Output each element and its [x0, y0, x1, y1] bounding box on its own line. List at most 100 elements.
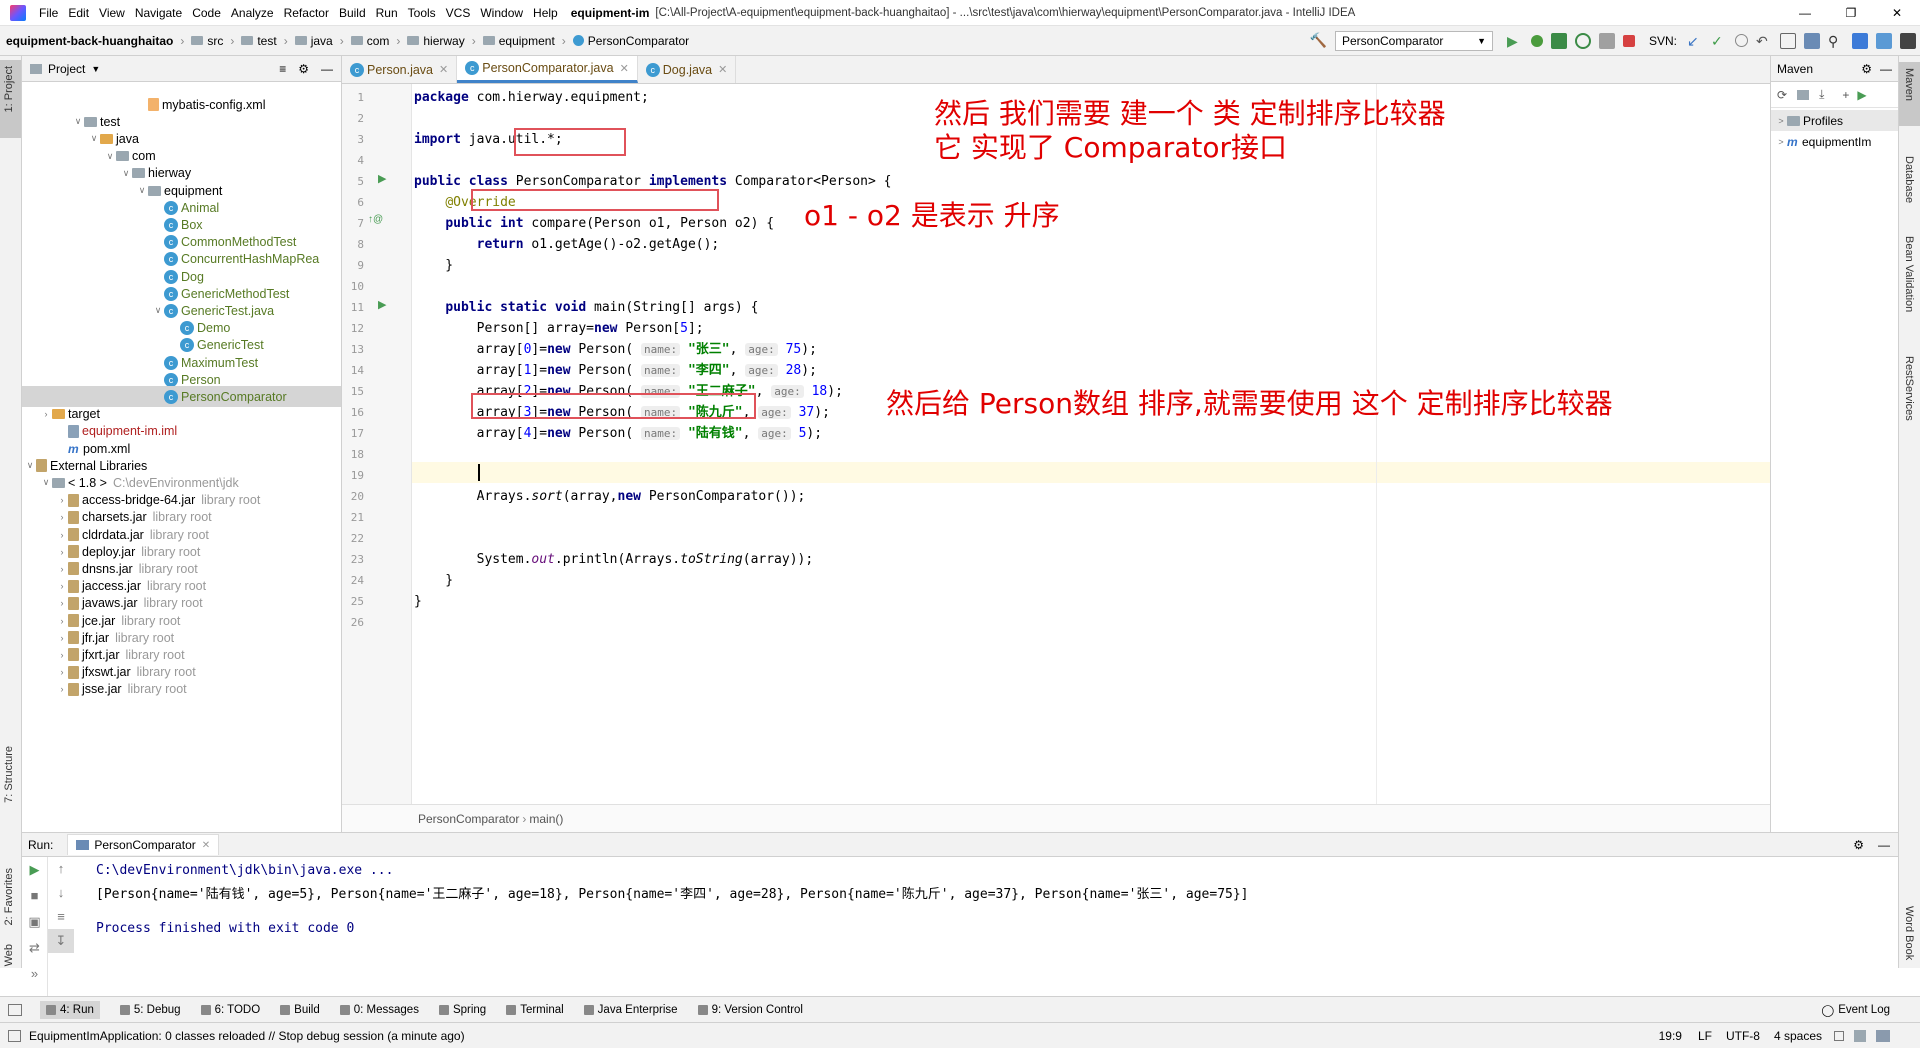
chevron-down-icon[interactable]: ∨ — [136, 185, 148, 196]
bean-validation-tool-label[interactable]: Bean Validation — [1903, 236, 1915, 312]
favorites-tool-label[interactable]: 2: Favorites — [3, 868, 15, 925]
maximize-button[interactable]: ❐ — [1828, 6, 1874, 20]
close-tab-icon[interactable]: ✕ — [620, 62, 629, 75]
breadcrumb-item[interactable]: PersonComparator — [569, 34, 689, 48]
toolbox-icon[interactable] — [1900, 32, 1916, 49]
project-panel-title[interactable]: Project — [48, 62, 85, 76]
more-icon[interactable]: » — [22, 961, 47, 987]
tool-window-button[interactable]: 5: Debug — [119, 1001, 181, 1019]
chevron-right-icon[interactable]: › — [56, 581, 68, 591]
download-icon[interactable]: ⤓ — [1819, 87, 1824, 102]
override-gutter-icon[interactable]: ↑@ — [368, 214, 383, 225]
lock-icon[interactable] — [1834, 1030, 1844, 1041]
tree-item[interactable]: mybatis-config.xml — [136, 94, 266, 115]
run-tab[interactable]: PersonComparator ✕ — [67, 834, 220, 855]
menu-tools[interactable]: Tools — [408, 6, 436, 20]
chevron-right-icon[interactable]: › — [56, 598, 68, 608]
tool-window-button[interactable]: 0: Messages — [339, 1001, 419, 1019]
code-editor[interactable]: package com.hierway.equipment; import jav… — [412, 84, 1770, 804]
collapse-all-icon[interactable]: ≡ — [279, 62, 286, 76]
file-encoding[interactable]: UTF-8 — [1726, 1029, 1760, 1043]
svn-update-icon[interactable]: ↙ — [1687, 33, 1703, 49]
run-goal-icon[interactable]: ▶ — [1857, 88, 1866, 102]
menu-window[interactable]: Window — [480, 6, 523, 20]
breadcrumb-item[interactable]: equipment-back-huanghaitao — [6, 34, 173, 48]
maven-item-project[interactable]: > m equipmentIm — [1771, 131, 1898, 152]
minimize-button[interactable]: — — [1782, 6, 1828, 20]
tool-window-button[interactable]: 9: Version Control — [697, 1001, 803, 1019]
chevron-right-icon[interactable]: › — [56, 495, 68, 505]
tool-window-button[interactable]: Terminal — [506, 1001, 564, 1019]
tool-panel-toggle-icon[interactable] — [8, 1003, 22, 1016]
menu-edit[interactable]: Edit — [68, 6, 89, 20]
translate-icon[interactable] — [1852, 32, 1868, 49]
stop-run-icon[interactable]: ■ — [22, 883, 47, 909]
chevron-down-icon[interactable]: ▼ — [91, 64, 100, 74]
debug-icon[interactable] — [1530, 34, 1543, 47]
search-icon[interactable]: ⚲ — [1828, 33, 1844, 49]
tool-window-button[interactable]: 6: TODO — [200, 1001, 260, 1019]
hide-panel-icon[interactable]: — — [321, 62, 333, 76]
breadcrumb-item[interactable]: src — [187, 34, 223, 48]
caret-position[interactable]: 19:9 — [1659, 1029, 1682, 1043]
chevron-right-icon[interactable]: › — [56, 667, 68, 677]
add-icon[interactable]: + — [1842, 88, 1849, 102]
chevron-down-icon[interactable]: ∨ — [72, 116, 84, 127]
editor-tab[interactable]: c PersonComparator.java ✕ — [457, 56, 638, 83]
close-tab-icon[interactable]: ✕ — [202, 840, 210, 851]
menu-refactor[interactable]: Refactor — [284, 6, 329, 20]
tool-window-button[interactable]: 4: Run — [40, 1000, 100, 1019]
hide-panel-icon[interactable]: — — [1878, 838, 1890, 852]
build-hammer-icon[interactable]: 🔨 — [1310, 32, 1327, 49]
chevron-down-icon[interactable]: ∨ — [40, 477, 52, 488]
run-class-gutter-icon[interactable]: ▶ — [378, 172, 386, 185]
line-separator[interactable]: LF — [1698, 1029, 1712, 1043]
git-icon[interactable] — [1854, 1029, 1866, 1042]
web-tool-label[interactable]: Web — [3, 944, 15, 966]
breadcrumb-item[interactable]: equipment — [479, 34, 555, 48]
close-tab-icon[interactable]: ✕ — [718, 63, 727, 76]
run-config-select[interactable]: PersonComparator ▼ — [1334, 30, 1493, 51]
menu-analyze[interactable]: Analyze — [231, 6, 274, 20]
breadcrumb-item[interactable]: com — [347, 34, 389, 48]
svn-commit-icon[interactable]: ✓ — [1711, 33, 1727, 49]
settings-gear-icon[interactable]: ⚙ — [298, 62, 309, 76]
rerun-icon[interactable]: ▶ — [22, 857, 47, 883]
hide-panel-icon[interactable]: — — [1880, 62, 1892, 76]
structure-tool-label[interactable]: 7: Structure — [3, 746, 15, 803]
memory-indicator-icon[interactable] — [1876, 1029, 1890, 1042]
editor-tab[interactable]: c Dog.java ✕ — [638, 56, 737, 83]
camera-icon[interactable]: ▣ — [22, 909, 47, 935]
attach-icon[interactable] — [1598, 32, 1615, 49]
breadcrumb-item[interactable]: hierway — [403, 34, 465, 48]
chevron-right-icon[interactable]: › — [40, 409, 52, 419]
coverage-icon[interactable] — [1550, 32, 1567, 49]
tool-window-button[interactable]: Build — [280, 1001, 320, 1019]
menu-view[interactable]: View — [99, 6, 125, 20]
breadcrumb-class[interactable]: PersonComparator — [418, 812, 519, 826]
indent-setting[interactable]: 4 spaces — [1774, 1029, 1822, 1043]
chevron-right-icon[interactable]: › — [56, 512, 68, 522]
add-folder-icon[interactable] — [1797, 89, 1810, 100]
profile-icon[interactable] — [1574, 32, 1591, 49]
status-icon[interactable] — [8, 1029, 21, 1042]
chevron-down-icon[interactable]: ∨ — [88, 133, 100, 144]
menu-code[interactable]: Code — [192, 6, 221, 20]
tool-window-button[interactable]: Spring — [438, 1001, 486, 1019]
chevron-right-icon[interactable]: › — [56, 616, 68, 626]
settings-gear-icon[interactable]: ⚙ — [1853, 838, 1864, 852]
up-arrow-icon[interactable]: ↑ — [48, 857, 74, 881]
maven-tool-label[interactable]: Maven — [1903, 68, 1915, 101]
soft-wrap-icon[interactable]: ≡ — [48, 905, 74, 929]
chevron-right-icon[interactable]: › — [56, 564, 68, 574]
settings-gear-icon[interactable]: ⚙ — [1861, 62, 1872, 76]
run-icon[interactable]: ▶ — [1507, 33, 1523, 49]
project-structure-icon[interactable] — [1780, 32, 1796, 49]
restore-layout-icon[interactable]: ⇄ — [22, 935, 47, 961]
menu-run[interactable]: Run — [376, 6, 398, 20]
tool-window-button[interactable]: Java Enterprise — [583, 1001, 678, 1019]
restservices-tool-label[interactable]: RestServices — [1903, 356, 1915, 421]
menu-navigate[interactable]: Navigate — [135, 6, 182, 20]
chevron-down-icon[interactable]: ∨ — [152, 305, 164, 316]
chevron-down-icon[interactable]: ∨ — [24, 460, 36, 471]
